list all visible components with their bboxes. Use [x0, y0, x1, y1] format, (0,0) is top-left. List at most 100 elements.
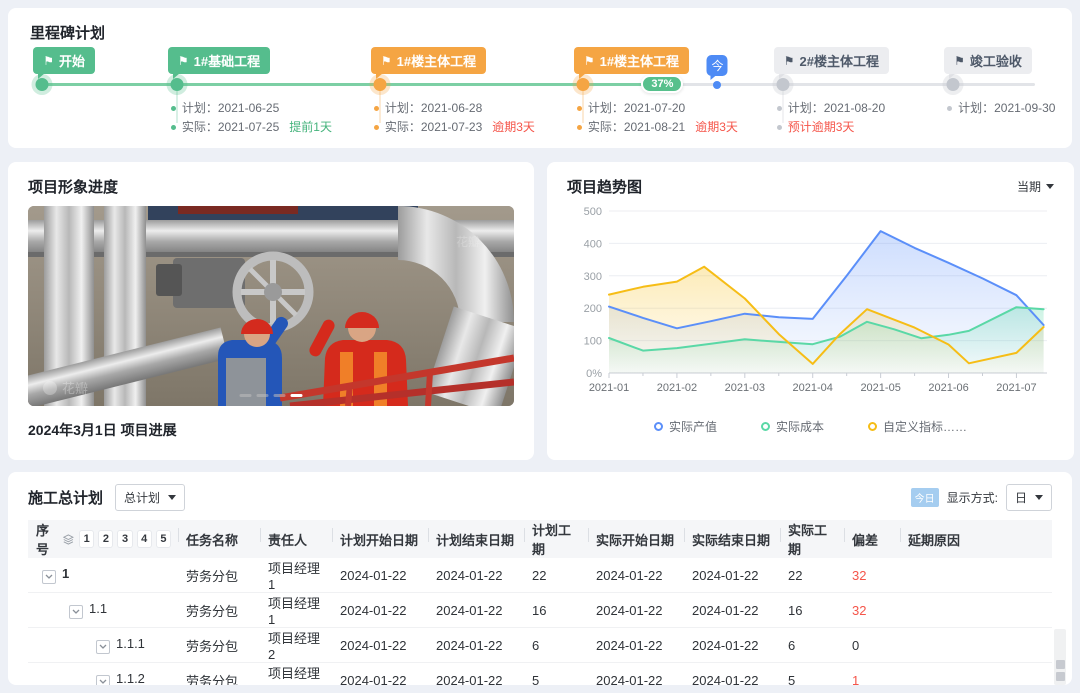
svg-text:200: 200: [584, 303, 602, 315]
legend-item-actual-cost[interactable]: 实际成本: [761, 418, 824, 435]
flag-icon: ⚑: [43, 55, 54, 67]
table-cell: 劳务分包: [178, 558, 260, 593]
level-button-4[interactable]: 4: [138, 531, 151, 547]
table-row[interactable]: 1.1.1劳务分包项目经理22024-01-222024-01-2262024-…: [28, 628, 1052, 663]
plan-type-select[interactable]: 总计划: [115, 484, 185, 511]
bullet-icon: [777, 106, 782, 111]
milestone-label: 开始: [59, 51, 85, 70]
carousel-dot-active[interactable]: [291, 394, 303, 397]
chevron-down-icon: [1035, 495, 1043, 500]
display-mode-label: 显示方式:: [947, 489, 998, 506]
column-plan-end: 计划结束日期: [428, 520, 524, 558]
column-actual-start: 实际开始日期: [588, 520, 684, 558]
level-button-1[interactable]: 1: [80, 531, 93, 547]
expand-row-icon[interactable]: [42, 570, 56, 584]
dashboard-page: 里程碑计划 ⚑ 开始 ⚑ 1#基础工程 计划：2021-06-25: [0, 0, 1080, 693]
milestone-label: 2#楼主体工程: [800, 51, 879, 70]
project-trend-chart-card: 项目趋势图 当期 5004003002001000%2021-012021-02…: [547, 162, 1074, 460]
milestone-label: 1#基础工程: [194, 51, 260, 70]
delta-label: 逾期3天: [695, 118, 738, 137]
legend-ring-icon: [761, 422, 770, 431]
table-cell: 2024-01-22: [684, 663, 780, 686]
table-row[interactable]: 1劳务分包项目经理12024-01-222024-01-22222024-01-…: [28, 558, 1052, 593]
table-scrollbar[interactable]: [1054, 629, 1066, 685]
bullet-icon: [777, 125, 782, 130]
column-owner: 责任人: [260, 520, 332, 558]
column-delay-reason: 延期原因: [900, 520, 1052, 558]
milestone-dot: [576, 78, 589, 91]
table-cell: 劳务分包: [178, 628, 260, 663]
table-row[interactable]: 1.1劳务分包项目经理12024-01-222024-01-22162024-0…: [28, 593, 1052, 628]
period-select-value: 当期: [1017, 178, 1041, 195]
table-cell: 16: [524, 593, 588, 628]
expand-row-icon[interactable]: [96, 640, 110, 654]
expand-row-icon[interactable]: [96, 675, 110, 685]
svg-text:400: 400: [584, 238, 602, 250]
bullet-icon: [171, 125, 176, 130]
period-select[interactable]: 当期: [1017, 178, 1054, 195]
table-cell: 劳务分包: [178, 663, 260, 686]
plan-date: 计划：2021-09-30: [958, 99, 1055, 118]
table-row[interactable]: 1.1.2劳务分包项目经理32024-01-222024-01-2252024-…: [28, 663, 1052, 686]
seq-header-label: 序号: [36, 520, 57, 558]
plan-type-value: 总计划: [124, 489, 160, 506]
legend-label: 自定义指标……: [883, 418, 967, 435]
task-seq-cell: 1.1: [28, 593, 178, 628]
carousel-dot[interactable]: [240, 394, 252, 397]
svg-text:2021-03: 2021-03: [725, 382, 765, 394]
table-cell: 22: [780, 558, 844, 593]
display-mode-select[interactable]: 日: [1006, 484, 1052, 511]
table-cell: 2024-01-22: [588, 558, 684, 593]
project-progress-photo-card: 项目形象进度: [8, 162, 534, 460]
milestone-dates: 计划：2021-06-25 实际：2021-07-25提前1天: [171, 99, 332, 137]
milestone-label: 1#楼主体工程: [600, 51, 679, 70]
milestone-badge: ⚑ 1#基础工程: [168, 47, 270, 74]
svg-text:2021-06: 2021-06: [928, 382, 968, 394]
progress-percent-pill: 37%: [641, 75, 683, 93]
progress-photo-carousel[interactable]: 花瓣 花瓣: [28, 206, 514, 406]
legend-item-custom-metric[interactable]: 自定义指标……: [868, 418, 967, 435]
svg-text:0%: 0%: [586, 368, 602, 380]
table-cell: 2024-01-22: [588, 628, 684, 663]
table-cell: 2024-01-22: [428, 593, 524, 628]
task-seq-cell: 1.1.1: [28, 628, 178, 663]
milestone-dates: 计划：2021-06-28 实际：2021-07-23逾期3天: [374, 99, 535, 137]
expand-row-icon[interactable]: [69, 605, 83, 619]
milestone-dates: 计划：2021-07-20 实际：2021-08-21逾期3天: [577, 99, 738, 137]
layers-icon: [63, 533, 74, 546]
table-cell: 32: [844, 593, 900, 628]
delta-label: 逾期3天: [492, 118, 535, 137]
table-cell: [900, 558, 1052, 593]
photo-watermark: 花瓣: [62, 381, 88, 396]
construction-plan-table: 序号 1 2 3 4 5 任务: [28, 520, 1052, 685]
svg-text:2021-02: 2021-02: [657, 382, 697, 394]
plan-date: 计划：2021-07-20: [588, 99, 685, 118]
task-id: 1: [62, 566, 69, 581]
table-cell: 6: [524, 628, 588, 663]
scroll-widget-icon[interactable]: [1056, 660, 1065, 669]
table-cell: 2024-01-22: [684, 593, 780, 628]
table-cell: 0: [844, 628, 900, 663]
chart-card-title: 项目趋势图: [567, 176, 642, 197]
level-button-3[interactable]: 3: [118, 531, 131, 547]
legend-item-actual-output[interactable]: 实际产值: [654, 418, 717, 435]
table-cell: 2024-01-22: [588, 593, 684, 628]
scroll-widget-icon[interactable]: [1056, 672, 1065, 681]
table-cell: 2024-01-22: [332, 628, 428, 663]
flag-icon: ⚑: [381, 55, 392, 67]
forecast-label: 预计逾期3天: [788, 118, 855, 137]
flag-icon: ⚑: [954, 55, 965, 67]
photo-card-title: 项目形象进度: [28, 176, 514, 197]
milestone-timeline: ⚑ 开始 ⚑ 1#基础工程 计划：2021-06-25 实际：2021-07-2…: [30, 47, 1050, 143]
flag-icon: ⚑: [784, 55, 795, 67]
milestone-badge: ⚑ 1#楼主体工程: [574, 47, 689, 74]
carousel-dot[interactable]: [257, 394, 269, 397]
level-button-2[interactable]: 2: [99, 531, 112, 547]
carousel-dot[interactable]: [274, 394, 286, 397]
svg-text:100: 100: [584, 336, 602, 348]
table-cell: 2024-01-22: [428, 663, 524, 686]
svg-text:2021-01: 2021-01: [589, 382, 629, 394]
level-button-5[interactable]: 5: [157, 531, 170, 547]
plan-date: 计划：2021-06-28: [385, 99, 482, 118]
display-mode-value: 日: [1015, 489, 1027, 506]
